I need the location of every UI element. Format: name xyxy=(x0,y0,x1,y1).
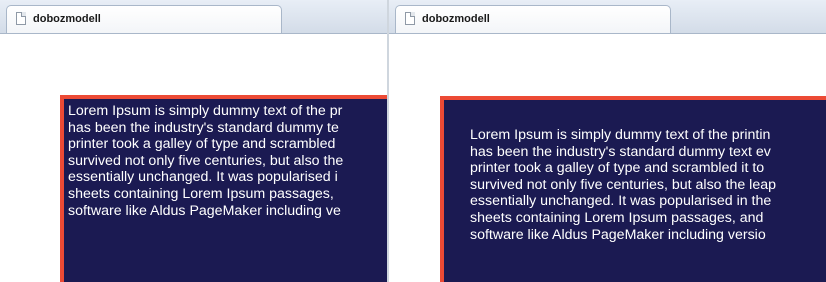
tab-title: dobozmodell xyxy=(422,13,490,25)
page-icon xyxy=(16,12,26,25)
text-line: printer took a galley of type and scramb… xyxy=(470,160,765,177)
browser-tab[interactable]: dobozmodell xyxy=(6,5,282,33)
text-line: has been the industry's standard dummy t… xyxy=(68,119,339,136)
right-browser-window: dobozmodell Lorem Ipsum is simply dummy … xyxy=(389,0,826,282)
tab-strip: dobozmodell xyxy=(389,0,826,34)
page-content: Lorem Ipsum is simply dummy text of the … xyxy=(389,34,826,282)
text-line: survived not only five centuries, but al… xyxy=(68,152,344,169)
text-line: sheets containing Lorem Ipsum passages, xyxy=(68,185,334,202)
content-box: Lorem Ipsum is simply dummy text of the … xyxy=(440,96,826,282)
text-line: software like Aldus PageMaker including … xyxy=(470,226,766,243)
text-line: Lorem Ipsum is simply dummy text of the … xyxy=(68,103,343,119)
text-line: essentially unchanged. It was popularise… xyxy=(68,169,338,186)
text-line: printer took a galley of type and scramb… xyxy=(68,136,336,153)
text-line: software like Aldus PageMaker including … xyxy=(68,202,341,219)
left-browser-window: dobozmodell Lorem Ipsum is simply dummy … xyxy=(0,0,388,282)
text-line: Lorem Ipsum is simply dummy text of the … xyxy=(470,127,771,143)
tab-title: dobozmodell xyxy=(33,13,101,25)
text-line: survived not only five centuries, but al… xyxy=(470,176,776,193)
page-icon xyxy=(405,12,415,25)
text-line: essentially unchanged. It was popularise… xyxy=(470,193,772,210)
tab-strip: dobozmodell xyxy=(0,0,388,34)
page-content: Lorem Ipsum is simply dummy text of the … xyxy=(0,34,388,282)
text-line: has been the industry's standard dummy t… xyxy=(470,143,771,160)
content-box: Lorem Ipsum is simply dummy text of the … xyxy=(60,95,388,282)
browser-tab[interactable]: dobozmodell xyxy=(395,5,671,33)
text-line: sheets containing Lorem Ipsum passages, … xyxy=(470,209,764,226)
